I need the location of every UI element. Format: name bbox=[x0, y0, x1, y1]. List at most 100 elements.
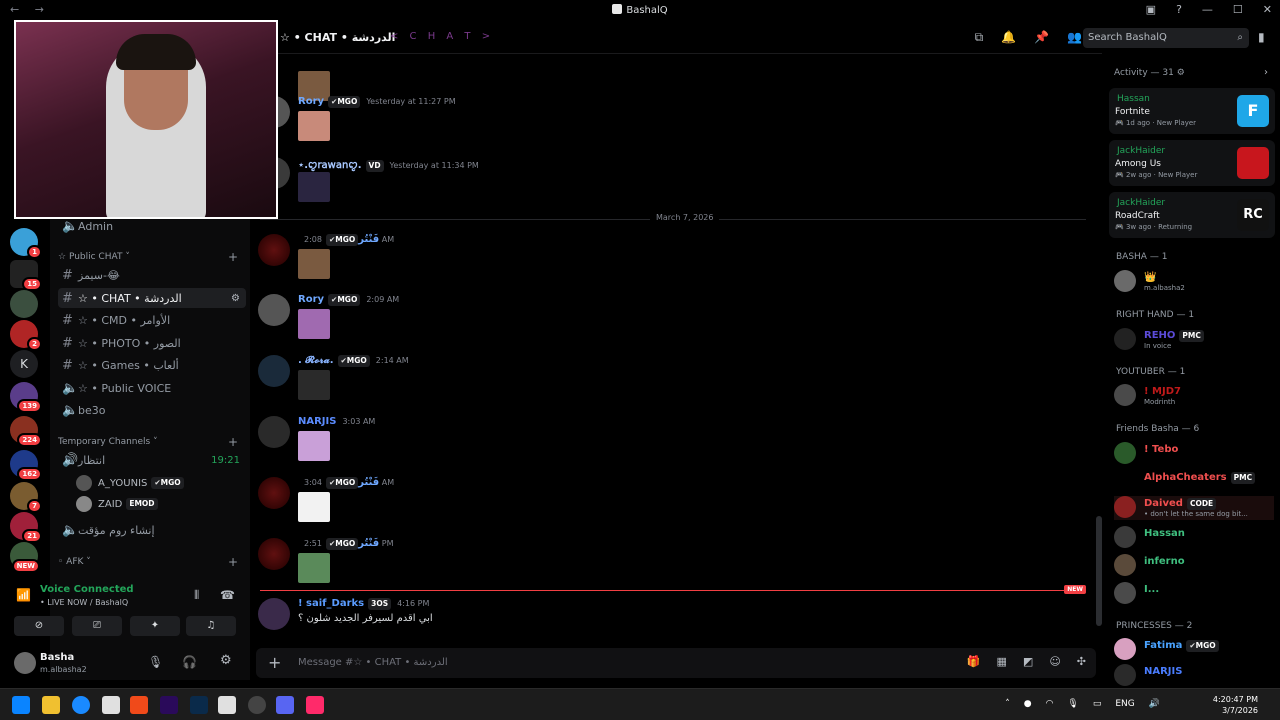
settings-gear-icon[interactable]: ⚙ bbox=[220, 653, 232, 668]
server-icon[interactable]: 139 bbox=[10, 382, 42, 413]
voice-user[interactable]: A_YOUNISMGO bbox=[76, 473, 246, 493]
inbox-icon[interactable]: ▮ bbox=[1258, 30, 1265, 44]
avatar[interactable] bbox=[258, 234, 290, 266]
server-icon[interactable]: 224 bbox=[10, 416, 42, 447]
channel-item-active[interactable]: # ☆ • CHAT • الدردشة ⚙ bbox=[58, 288, 246, 308]
minimize-button[interactable]: — bbox=[1202, 3, 1213, 16]
message-author[interactable]: NARJIS 3:03 AM bbox=[298, 416, 375, 427]
avatar[interactable] bbox=[258, 538, 290, 570]
member-item[interactable]: AlphaCheaters PMC bbox=[1114, 470, 1274, 494]
mic-tray-icon[interactable]: 🎙 bbox=[1067, 699, 1078, 709]
avatar[interactable] bbox=[258, 355, 290, 387]
server-icon[interactable]: 2 bbox=[10, 320, 42, 351]
file-explorer-icon[interactable] bbox=[42, 696, 60, 714]
category-public-chat[interactable]: ☆ Public CHAT ˅ + bbox=[58, 250, 246, 264]
premiere-icon[interactable] bbox=[160, 696, 178, 714]
sticker-icon[interactable]: ◩ bbox=[1023, 655, 1033, 668]
inbox-window-icon[interactable]: ▣ bbox=[1146, 3, 1156, 16]
emoji-icon[interactable]: ☺ bbox=[1049, 655, 1060, 668]
maximize-button[interactable]: ☐ bbox=[1233, 3, 1243, 16]
message-composer[interactable]: + Message #☆ • CHAT • الدردشة 🎁 ▦ ◩ ☺ ✣ bbox=[256, 648, 1096, 678]
voice-channel-item[interactable]: 🔈 be3o bbox=[58, 400, 246, 420]
tray-icon[interactable]: ▭ bbox=[1093, 699, 1102, 709]
gif-icon[interactable]: ▦ bbox=[997, 655, 1007, 668]
sticker[interactable] bbox=[298, 309, 330, 339]
help-icon[interactable]: ? bbox=[1176, 3, 1182, 16]
chat-scrollbar[interactable] bbox=[1096, 516, 1102, 626]
member-item[interactable]: ! Tebo bbox=[1114, 442, 1274, 466]
member-item[interactable]: inferno bbox=[1114, 554, 1274, 578]
avatar[interactable] bbox=[258, 294, 290, 326]
message-author[interactable]: ⋆.ꨄ𝗋𝖺𝗐𝖺𝗇ꨄ. VD Yesterday at 11:34 PM bbox=[298, 157, 479, 172]
members-icon[interactable]: 👥 bbox=[1067, 30, 1082, 45]
server-icon[interactable]: 15 bbox=[10, 260, 42, 291]
member-item[interactable]: I... bbox=[1114, 582, 1274, 606]
soundboard-button[interactable]: ♫ bbox=[186, 616, 236, 636]
tray-icon[interactable]: ● bbox=[1024, 699, 1032, 709]
wifi-icon[interactable]: ◠ bbox=[1046, 699, 1054, 709]
mic-icon[interactable]: 🎙 bbox=[148, 655, 163, 669]
disconnect-icon[interactable]: ☎ bbox=[220, 588, 235, 602]
message-author[interactable]: RoryMGOYesterday at 11:27 PM bbox=[298, 96, 456, 108]
sticker[interactable] bbox=[298, 370, 330, 400]
pin-icon[interactable]: 📌 bbox=[1034, 30, 1049, 45]
avatar[interactable] bbox=[258, 477, 290, 509]
gift-icon[interactable]: 🎁 bbox=[967, 655, 981, 668]
noise-icon[interactable]: ⦀ bbox=[194, 588, 199, 603]
server-k-icon[interactable]: K bbox=[10, 350, 38, 378]
activity-header[interactable]: Activity — 31 ⚙ bbox=[1114, 68, 1185, 78]
channel-item[interactable]: # سيمز-😂 bbox=[58, 265, 246, 285]
discord-icon[interactable] bbox=[276, 696, 294, 714]
chevron-right-icon[interactable]: › bbox=[1264, 67, 1268, 78]
windows-start-icon[interactable] bbox=[12, 696, 30, 714]
bell-icon[interactable]: 🔔 bbox=[1001, 30, 1016, 45]
edge-icon[interactable] bbox=[72, 696, 90, 714]
chevron-up-icon[interactable]: ˄ bbox=[1005, 699, 1010, 709]
voice-user[interactable]: ZAID EMOD bbox=[76, 494, 246, 514]
message-author[interactable]: فَنْتُرMGO2:51 PM bbox=[298, 538, 393, 550]
category-afk[interactable]: ◦ AFK ˅ + bbox=[58, 555, 246, 569]
brave-icon[interactable] bbox=[130, 696, 148, 714]
server-icon[interactable]: 1 bbox=[10, 228, 42, 259]
avatar[interactable] bbox=[258, 416, 290, 448]
sticker[interactable] bbox=[298, 492, 330, 522]
message-author[interactable]: ! saif_Darks 3OS 4:16 PM bbox=[298, 598, 429, 610]
message-author[interactable]: . 𝓡𝓸𝓻𝓪.MGO2:14 AM bbox=[298, 355, 409, 367]
photoshop-icon[interactable] bbox=[190, 696, 208, 714]
add-channel-icon[interactable]: + bbox=[228, 250, 238, 264]
activity-card[interactable]: Hassan Fortnite 🎮 1d ago · New Player F bbox=[1109, 88, 1275, 134]
voice-channel-item[interactable]: 🔊 انتظار 19:21 bbox=[58, 450, 246, 470]
store-icon[interactable] bbox=[102, 696, 120, 714]
channel-item[interactable]: # ☆ • Games • ألعاب bbox=[58, 355, 246, 375]
channel-settings-icon[interactable]: ⚙ bbox=[231, 293, 240, 304]
screenshare-button[interactable]: ⎚ bbox=[72, 616, 122, 636]
volume-icon[interactable]: 🔊 bbox=[1149, 699, 1160, 709]
activity-card[interactable]: JackHaider Among Us 🎮 2w ago · New Playe… bbox=[1109, 140, 1275, 186]
channel-item[interactable]: # ☆ • PHOTO • الصور bbox=[58, 333, 246, 353]
activities-button[interactable]: ✦ bbox=[130, 616, 180, 636]
message-author[interactable]: RoryMGO2:09 AM bbox=[298, 294, 399, 306]
member-item[interactable]: ! MJD7 Modrinth bbox=[1114, 384, 1274, 408]
message-author[interactable]: فَنْتُرMGO3:04 AM bbox=[298, 477, 394, 489]
sticker[interactable] bbox=[298, 431, 330, 461]
create-room-channel[interactable]: 🔈 إنشاء روم مؤقت bbox=[58, 520, 246, 540]
attach-plus-icon[interactable]: + bbox=[268, 653, 281, 672]
add-channel-icon[interactable]: + bbox=[228, 435, 238, 449]
channel-admin[interactable]: 🔈 Admin bbox=[58, 216, 246, 236]
member-item[interactable]: REHO PMC In voice bbox=[1114, 328, 1274, 352]
tiktok-icon[interactable] bbox=[306, 696, 324, 714]
close-button[interactable]: ✕ bbox=[1263, 3, 1272, 16]
server-icon[interactable]: NEW bbox=[10, 542, 40, 573]
add-channel-icon[interactable]: + bbox=[228, 555, 238, 569]
search-input[interactable]: Search BashalQ ⌕ bbox=[1083, 28, 1249, 48]
sticker[interactable] bbox=[298, 553, 330, 583]
member-item[interactable]: FatimaMGO bbox=[1114, 638, 1274, 662]
category-temporary[interactable]: Temporary Channels ˅ + bbox=[58, 435, 246, 449]
sticker[interactable] bbox=[298, 249, 330, 279]
threads-icon[interactable]: ⧉ bbox=[975, 30, 984, 45]
obs-icon[interactable] bbox=[248, 696, 266, 714]
clock[interactable]: 4:20:47 PM 3/7/2026 bbox=[1213, 694, 1258, 716]
sticker[interactable] bbox=[298, 172, 330, 202]
member-item[interactable]: Hassan bbox=[1114, 526, 1274, 550]
member-item[interactable]: 👑 m.albasha2 bbox=[1114, 270, 1274, 294]
